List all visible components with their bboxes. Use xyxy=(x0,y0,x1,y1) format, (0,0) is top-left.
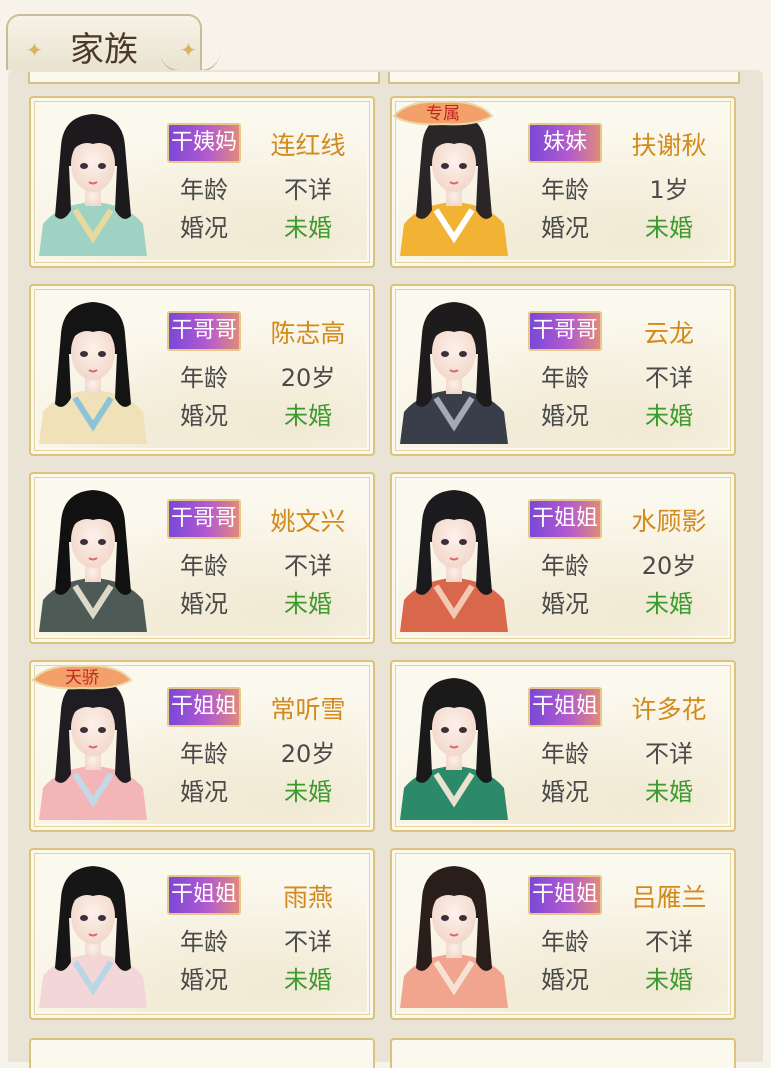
age-label: 年龄 xyxy=(180,364,228,392)
age-label: 年龄 xyxy=(541,364,589,392)
relation-badge: 干姐姐 xyxy=(167,687,241,727)
member-name: 云龙 xyxy=(643,319,694,348)
character-portrait xyxy=(39,482,147,632)
character-portrait xyxy=(400,294,508,444)
age-label: 年龄 xyxy=(541,740,589,768)
marital-label: 婚况 xyxy=(180,214,228,242)
member-card[interactable]: 干哥哥 陈志高 年龄 20岁 婚况 未婚 xyxy=(29,284,375,456)
marital-status: 未婚 xyxy=(645,778,693,806)
character-portrait xyxy=(39,294,147,444)
character-portrait xyxy=(39,858,147,1008)
marital-label: 婚况 xyxy=(541,402,589,430)
marital-label: 婚况 xyxy=(541,778,589,806)
age-value: 不详 xyxy=(284,176,332,204)
member-card[interactable]: 天骄 干姐姐 常听雪 年龄 20岁 婚况 未婚 xyxy=(29,660,375,832)
member-name: 姚文兴 xyxy=(270,507,346,536)
age-label: 年龄 xyxy=(180,176,228,204)
member-name: 扶谢秋 xyxy=(631,131,707,160)
relation-badge: 干哥哥 xyxy=(528,311,602,351)
marital-status: 未婚 xyxy=(284,590,332,618)
character-portrait xyxy=(400,482,508,632)
member-card[interactable]: 干姐姐 雨燕 年龄 不详 婚况 未婚 xyxy=(29,848,375,1020)
age-label: 年龄 xyxy=(541,552,589,580)
age-value: 不详 xyxy=(284,928,332,956)
ribbon-label: 专属 xyxy=(426,104,460,124)
marital-status: 未婚 xyxy=(284,402,332,430)
marital-label: 婚况 xyxy=(180,778,228,806)
ribbon-banner-icon: 专属 xyxy=(392,100,494,126)
member-card[interactable]: 干哥哥 姚文兴 年龄 不详 婚况 未婚 xyxy=(29,472,375,644)
member-card[interactable]: 专属 妹妹 扶谢秋 年龄 1岁 婚况 未婚 xyxy=(390,96,736,268)
age-value: 不详 xyxy=(645,740,693,768)
character-portrait xyxy=(400,670,508,820)
age-value: 不详 xyxy=(645,928,693,956)
age-value: 不详 xyxy=(284,552,332,580)
relation-badge: 干哥哥 xyxy=(167,311,241,351)
card-edge-top-left xyxy=(28,72,380,84)
card-edge-bottom-left xyxy=(29,1038,375,1068)
member-card[interactable]: 干哥哥 云龙 年龄 不详 婚况 未婚 xyxy=(390,284,736,456)
relation-badge: 干姐姐 xyxy=(528,499,602,539)
card-edge-bottom-right xyxy=(390,1038,736,1068)
marital-status: 未婚 xyxy=(284,966,332,994)
member-name: 许多花 xyxy=(631,695,707,724)
member-card[interactable]: 干姨妈 连红线 年龄 不详 婚况 未婚 xyxy=(29,96,375,268)
age-value: 20岁 xyxy=(641,552,697,580)
member-name: 陈志高 xyxy=(270,319,346,348)
age-value: 20岁 xyxy=(280,364,336,392)
member-name: 常听雪 xyxy=(270,695,346,724)
relation-badge: 干姐姐 xyxy=(528,687,602,727)
member-card[interactable]: 干姐姐 吕雁兰 年龄 不详 婚况 未婚 xyxy=(390,848,736,1020)
marital-label: 婚况 xyxy=(541,966,589,994)
member-card[interactable]: 干姐姐 水顾影 年龄 20岁 婚况 未婚 xyxy=(390,472,736,644)
marital-label: 婚况 xyxy=(180,966,228,994)
age-value: 20岁 xyxy=(280,740,336,768)
character-portrait xyxy=(400,858,508,1008)
relation-badge: 干姐姐 xyxy=(167,875,241,915)
marital-label: 婚况 xyxy=(541,590,589,618)
age-label: 年龄 xyxy=(180,928,228,956)
card-edge-top-right xyxy=(388,72,740,84)
age-label: 年龄 xyxy=(180,552,228,580)
marital-label: 婚况 xyxy=(180,590,228,618)
marital-label: 婚况 xyxy=(180,402,228,430)
relation-badge: 干姨妈 xyxy=(167,123,241,163)
marital-status: 未婚 xyxy=(645,590,693,618)
relation-badge: 妹妹 xyxy=(528,123,602,163)
member-card[interactable]: 干姐姐 许多花 年龄 不详 婚况 未婚 xyxy=(390,660,736,832)
marital-status: 未婚 xyxy=(284,778,332,806)
member-name: 雨燕 xyxy=(282,883,333,912)
member-name: 吕雁兰 xyxy=(631,883,707,912)
member-name: 水顾影 xyxy=(631,507,707,536)
tab-decoration xyxy=(160,52,220,72)
age-label: 年龄 xyxy=(180,740,228,768)
marital-status: 未婚 xyxy=(645,966,693,994)
marital-status: 未婚 xyxy=(645,214,693,242)
ribbon-banner-icon: 天骄 xyxy=(31,664,133,690)
marital-status: 未婚 xyxy=(284,214,332,242)
ribbon-label: 天骄 xyxy=(65,668,99,688)
page-title: 家族 xyxy=(70,30,138,70)
marital-status: 未婚 xyxy=(645,402,693,430)
age-label: 年龄 xyxy=(541,928,589,956)
relation-badge: 干哥哥 xyxy=(167,499,241,539)
age-value: 1岁 xyxy=(649,176,689,204)
age-value: 不详 xyxy=(645,364,693,392)
relation-badge: 干姐姐 xyxy=(528,875,602,915)
marital-label: 婚况 xyxy=(541,214,589,242)
sparkle-icon: ✦ xyxy=(26,38,43,62)
character-portrait xyxy=(39,106,147,256)
age-label: 年龄 xyxy=(541,176,589,204)
member-name: 连红线 xyxy=(270,131,346,160)
